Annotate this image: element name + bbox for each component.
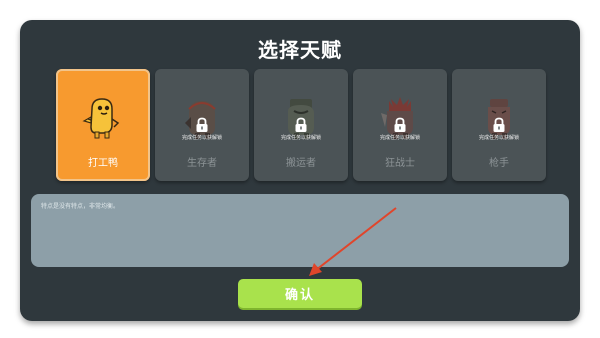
confirm-button[interactable]: 确认 [238,279,362,308]
lock-icon [493,117,505,132]
lock-icon [196,117,208,132]
dialog-title: 选择天赋 [258,38,342,62]
talent-card-label: 狂战士 [385,158,415,169]
lock-icon [295,117,307,132]
talent-card-porter[interactable]: 完成任务以获解锁 搬运者 [254,69,348,181]
talent-description-text: 特点是没有特点，非常均衡。 [41,203,120,210]
talent-card-label: 生存者 [187,158,217,169]
talent-description-box: 特点是没有特点，非常均衡。 [31,194,569,267]
talent-card-duck[interactable]: 打工鸭 [56,69,150,181]
talent-card-label: 搬运者 [286,158,316,169]
talent-card-label: 枪手 [489,158,509,169]
talent-card-gunner[interactable]: 完成任务以获解锁 枪手 [452,69,546,181]
duck-character-icon [82,98,120,139]
unlock-hint: 完成任务以获解锁 [478,135,519,141]
unlock-hint: 完成任务以获解锁 [181,135,222,141]
talent-card-berserker[interactable]: 完成任务以获解锁 狂战士 [353,69,447,181]
talent-card-survivor[interactable]: 完成任务以获解锁 生存者 [155,69,249,181]
unlock-hint: 完成任务以获解锁 [280,135,321,141]
lock-icon [394,117,406,132]
talent-card-label: 打工鸭 [88,158,118,169]
unlock-hint: 完成任务以获解锁 [379,135,420,141]
